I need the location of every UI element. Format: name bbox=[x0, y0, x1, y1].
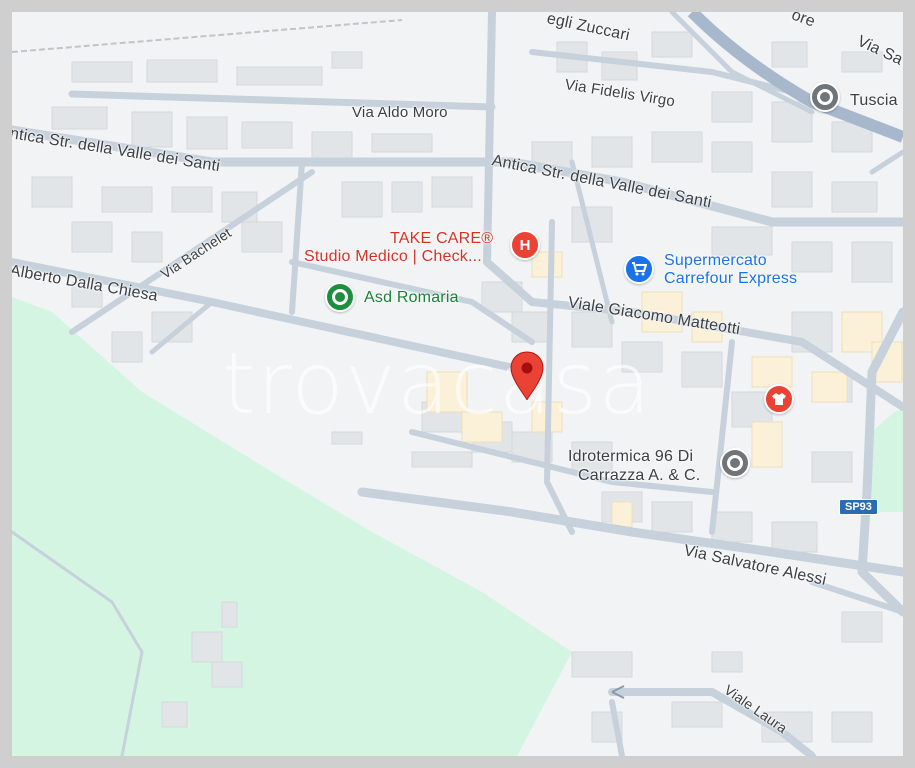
clothing-store-icon[interactable] bbox=[764, 384, 794, 414]
place-icon[interactable] bbox=[720, 448, 750, 478]
poi-label-carrefour-line1[interactable]: Supermercato bbox=[664, 252, 767, 270]
railway bbox=[12, 19, 403, 53]
poi-label-idrotermica-line1[interactable]: Idrotermica 96 Di bbox=[568, 448, 693, 466]
shopping-cart-icon[interactable] bbox=[624, 254, 654, 284]
road-shield-sp93: SP93 bbox=[839, 499, 878, 515]
poi-label-tuscia[interactable]: Tuscia bbox=[850, 92, 898, 110]
poi-label-take-care-line1[interactable]: TAKE CARE® bbox=[390, 230, 493, 248]
hospital-icon[interactable]: H bbox=[510, 230, 540, 260]
poi-label-carrefour-line2[interactable]: Carrefour Express bbox=[664, 270, 797, 288]
hospital-icon-letter: H bbox=[519, 236, 531, 254]
location-marker-icon[interactable] bbox=[509, 350, 545, 402]
place-icon[interactable] bbox=[810, 82, 840, 112]
map-frame: trovacasa egli Zuccari Via Sa ore Via Fi… bbox=[0, 0, 915, 768]
poi-label-romaria[interactable]: Asd Romaria bbox=[364, 289, 459, 307]
poi-label-take-care-line2[interactable]: Studio Medico | Check... bbox=[304, 248, 482, 266]
street-label-aldo-moro: Via Aldo Moro bbox=[352, 104, 448, 121]
watermark-logo: trovacasa bbox=[222, 334, 652, 434]
poi-label-idrotermica-line2[interactable]: Carrazza A. & C. bbox=[578, 467, 700, 485]
map-canvas[interactable]: trovacasa egli Zuccari Via Sa ore Via Fi… bbox=[12, 12, 903, 756]
place-icon[interactable] bbox=[325, 282, 355, 312]
